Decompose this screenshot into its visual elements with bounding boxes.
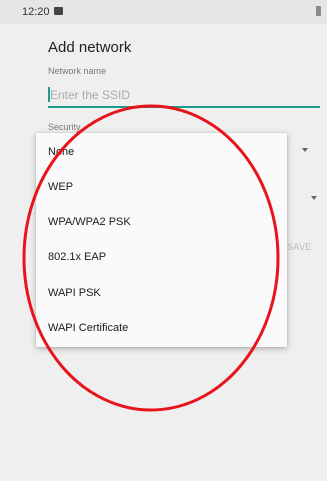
dropdown-option-wapi-certificate[interactable]: WAPI Certificate — [48, 322, 128, 334]
network-name-label: Network name — [48, 66, 107, 76]
status-bar: 12:20 — [0, 0, 327, 24]
dropdown-option-wep[interactable]: WEP — [48, 181, 73, 193]
dropdown-option-none[interactable]: None — [48, 146, 74, 158]
dropdown-option-8021x-eap[interactable]: 802.1x EAP — [48, 251, 106, 263]
advanced-options-chevron-icon[interactable] — [311, 196, 317, 200]
dialog-title: Add network — [48, 39, 132, 56]
save-button[interactable]: SAVE — [287, 242, 312, 252]
notification-icon — [54, 7, 63, 15]
security-dropdown-menu: None WEP WPA/WPA2 PSK 802.1x EAP WAPI PS… — [36, 133, 287, 347]
dropdown-option-wpa-wpa2-psk[interactable]: WPA/WPA2 PSK — [48, 216, 131, 228]
battery-icon — [316, 6, 321, 16]
status-time: 12:20 — [22, 6, 50, 18]
dropdown-option-wapi-psk[interactable]: WAPI PSK — [48, 287, 101, 299]
ssid-input[interactable] — [48, 84, 320, 108]
text-cursor — [48, 87, 50, 102]
security-dropdown-chevron-icon[interactable] — [302, 148, 308, 152]
security-label: Security — [48, 122, 81, 132]
